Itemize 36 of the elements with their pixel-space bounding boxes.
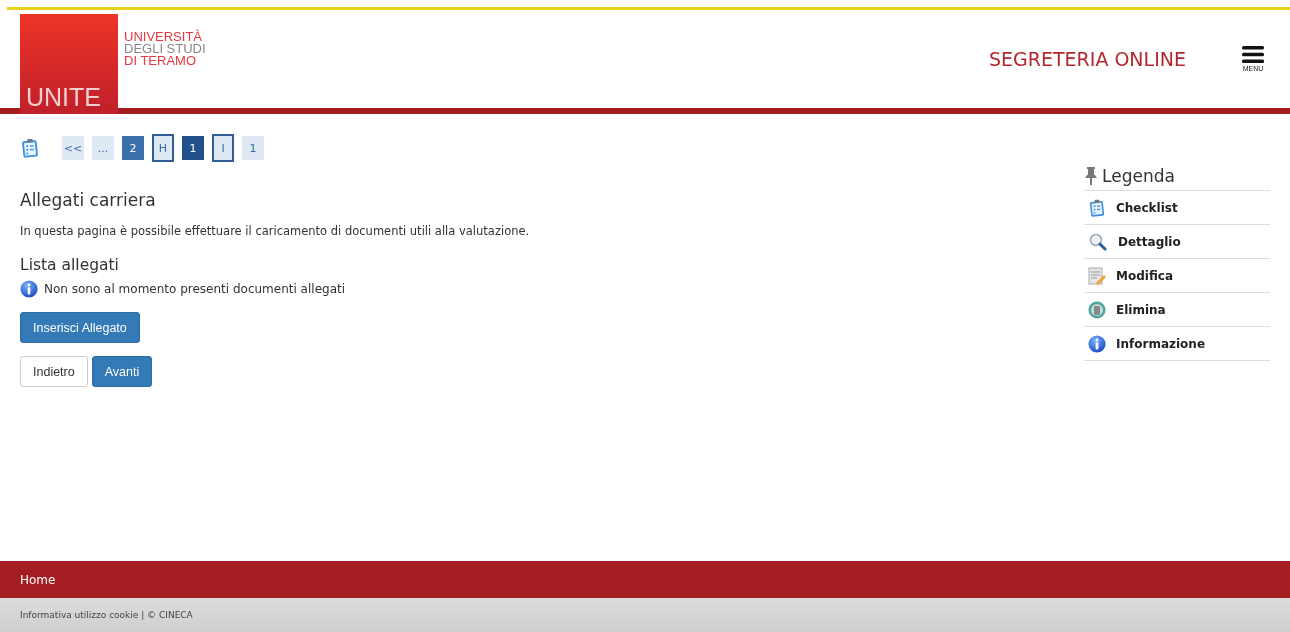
back-button[interactable]: Indietro [20, 356, 88, 387]
menu-icon [1242, 46, 1264, 63]
legend-title: Legenda [1102, 166, 1175, 186]
clipboard-icon [1088, 198, 1106, 217]
step-button[interactable]: 2 [122, 136, 144, 160]
legend-label: Informazione [1116, 336, 1205, 351]
clipboard-icon [20, 138, 40, 158]
bin-icon [1088, 300, 1106, 319]
info-icon [20, 280, 38, 298]
legend-label: Elimina [1116, 302, 1166, 317]
legend-label: Dettaglio [1118, 234, 1181, 249]
legend-label: Modifica [1116, 268, 1173, 283]
insert-attachment-button[interactable]: Inserisci Allegato [20, 312, 140, 343]
step-button[interactable]: << [62, 136, 84, 160]
legend-label: Checklist [1116, 200, 1178, 215]
page-title: Allegati carriera [20, 190, 157, 210]
magnifier-icon [1088, 232, 1108, 251]
step-button[interactable]: 1 [182, 136, 204, 160]
step-button[interactable]: 1 [242, 136, 264, 160]
info-icon [1088, 334, 1106, 353]
logo-text: DEGLI STUDI [124, 43, 206, 55]
section-title: Lista allegati [20, 256, 120, 274]
step-button[interactable]: ... [92, 136, 114, 160]
footer-text: Informativa utilizzo cookie | © CINECA [20, 610, 193, 620]
home-link[interactable]: Home [20, 572, 56, 587]
next-button[interactable]: Avanti [91, 356, 153, 387]
intro-text: In questa pagina è possibile effettuare il caricamento di documenti utili alla valutazione. [20, 224, 531, 238]
step-button[interactable]: H [152, 134, 174, 162]
logo-block: UNITE [20, 14, 118, 114]
pin-icon [1084, 167, 1098, 185]
logo-text: DI TERAMO [124, 55, 197, 67]
step-button[interactable]: I [212, 134, 234, 162]
pencil-note-icon [1088, 266, 1106, 285]
info-message: Non sono al momento presenti documenti allegati [44, 282, 346, 296]
logo-text: UNIVERSITÀ [124, 31, 203, 43]
app-title: SEGRETERIA ONLINE [988, 48, 1186, 70]
